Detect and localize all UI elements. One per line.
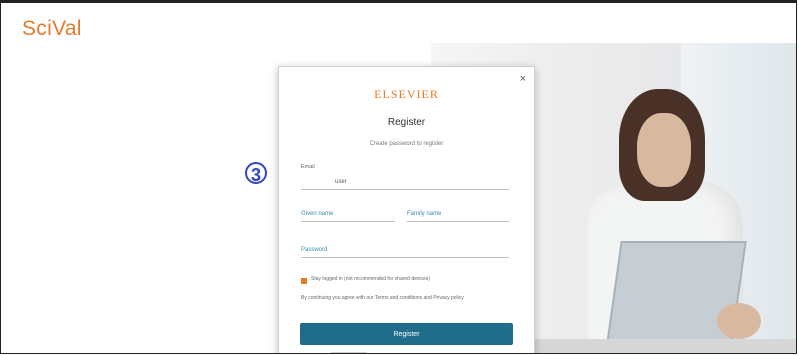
email-field[interactable]: user <box>301 179 509 190</box>
given-name-label: Given name <box>301 211 334 217</box>
researcher-face <box>637 113 691 187</box>
scival-logo: SciVal <box>22 17 82 40</box>
register-button[interactable]: Register <box>300 323 513 345</box>
bottom-link-placeholder <box>331 352 367 353</box>
terms-text: By continuing you agree with our Terms a… <box>301 295 464 301</box>
hand-image <box>717 303 761 339</box>
password-field[interactable]: Password <box>301 247 509 258</box>
close-icon[interactable]: × <box>520 73 526 85</box>
stay-logged-in-checkbox[interactable] <box>301 278 307 284</box>
screenshot-frame: SciVal 3 × ELSEVIER Register Create pass… <box>0 0 797 354</box>
email-value: user <box>335 179 347 185</box>
given-name-field[interactable]: Given name <box>301 211 395 222</box>
step-3-annotation-icon: 3 <box>245 162 267 185</box>
family-name-label: Family name <box>407 211 442 217</box>
modal-subtitle: Create password to register <box>369 141 444 147</box>
email-label: Email <box>301 164 315 170</box>
family-name-field[interactable]: Family name <box>407 211 509 222</box>
modal-title: Register <box>387 117 426 128</box>
stay-logged-in-label: Stay logged in (not recommended for shar… <box>311 276 430 282</box>
register-modal: × ELSEVIER Register Create password to r… <box>278 66 535 353</box>
elsevier-logo: ELSEVIER <box>374 87 439 101</box>
password-label: Password <box>301 247 328 253</box>
